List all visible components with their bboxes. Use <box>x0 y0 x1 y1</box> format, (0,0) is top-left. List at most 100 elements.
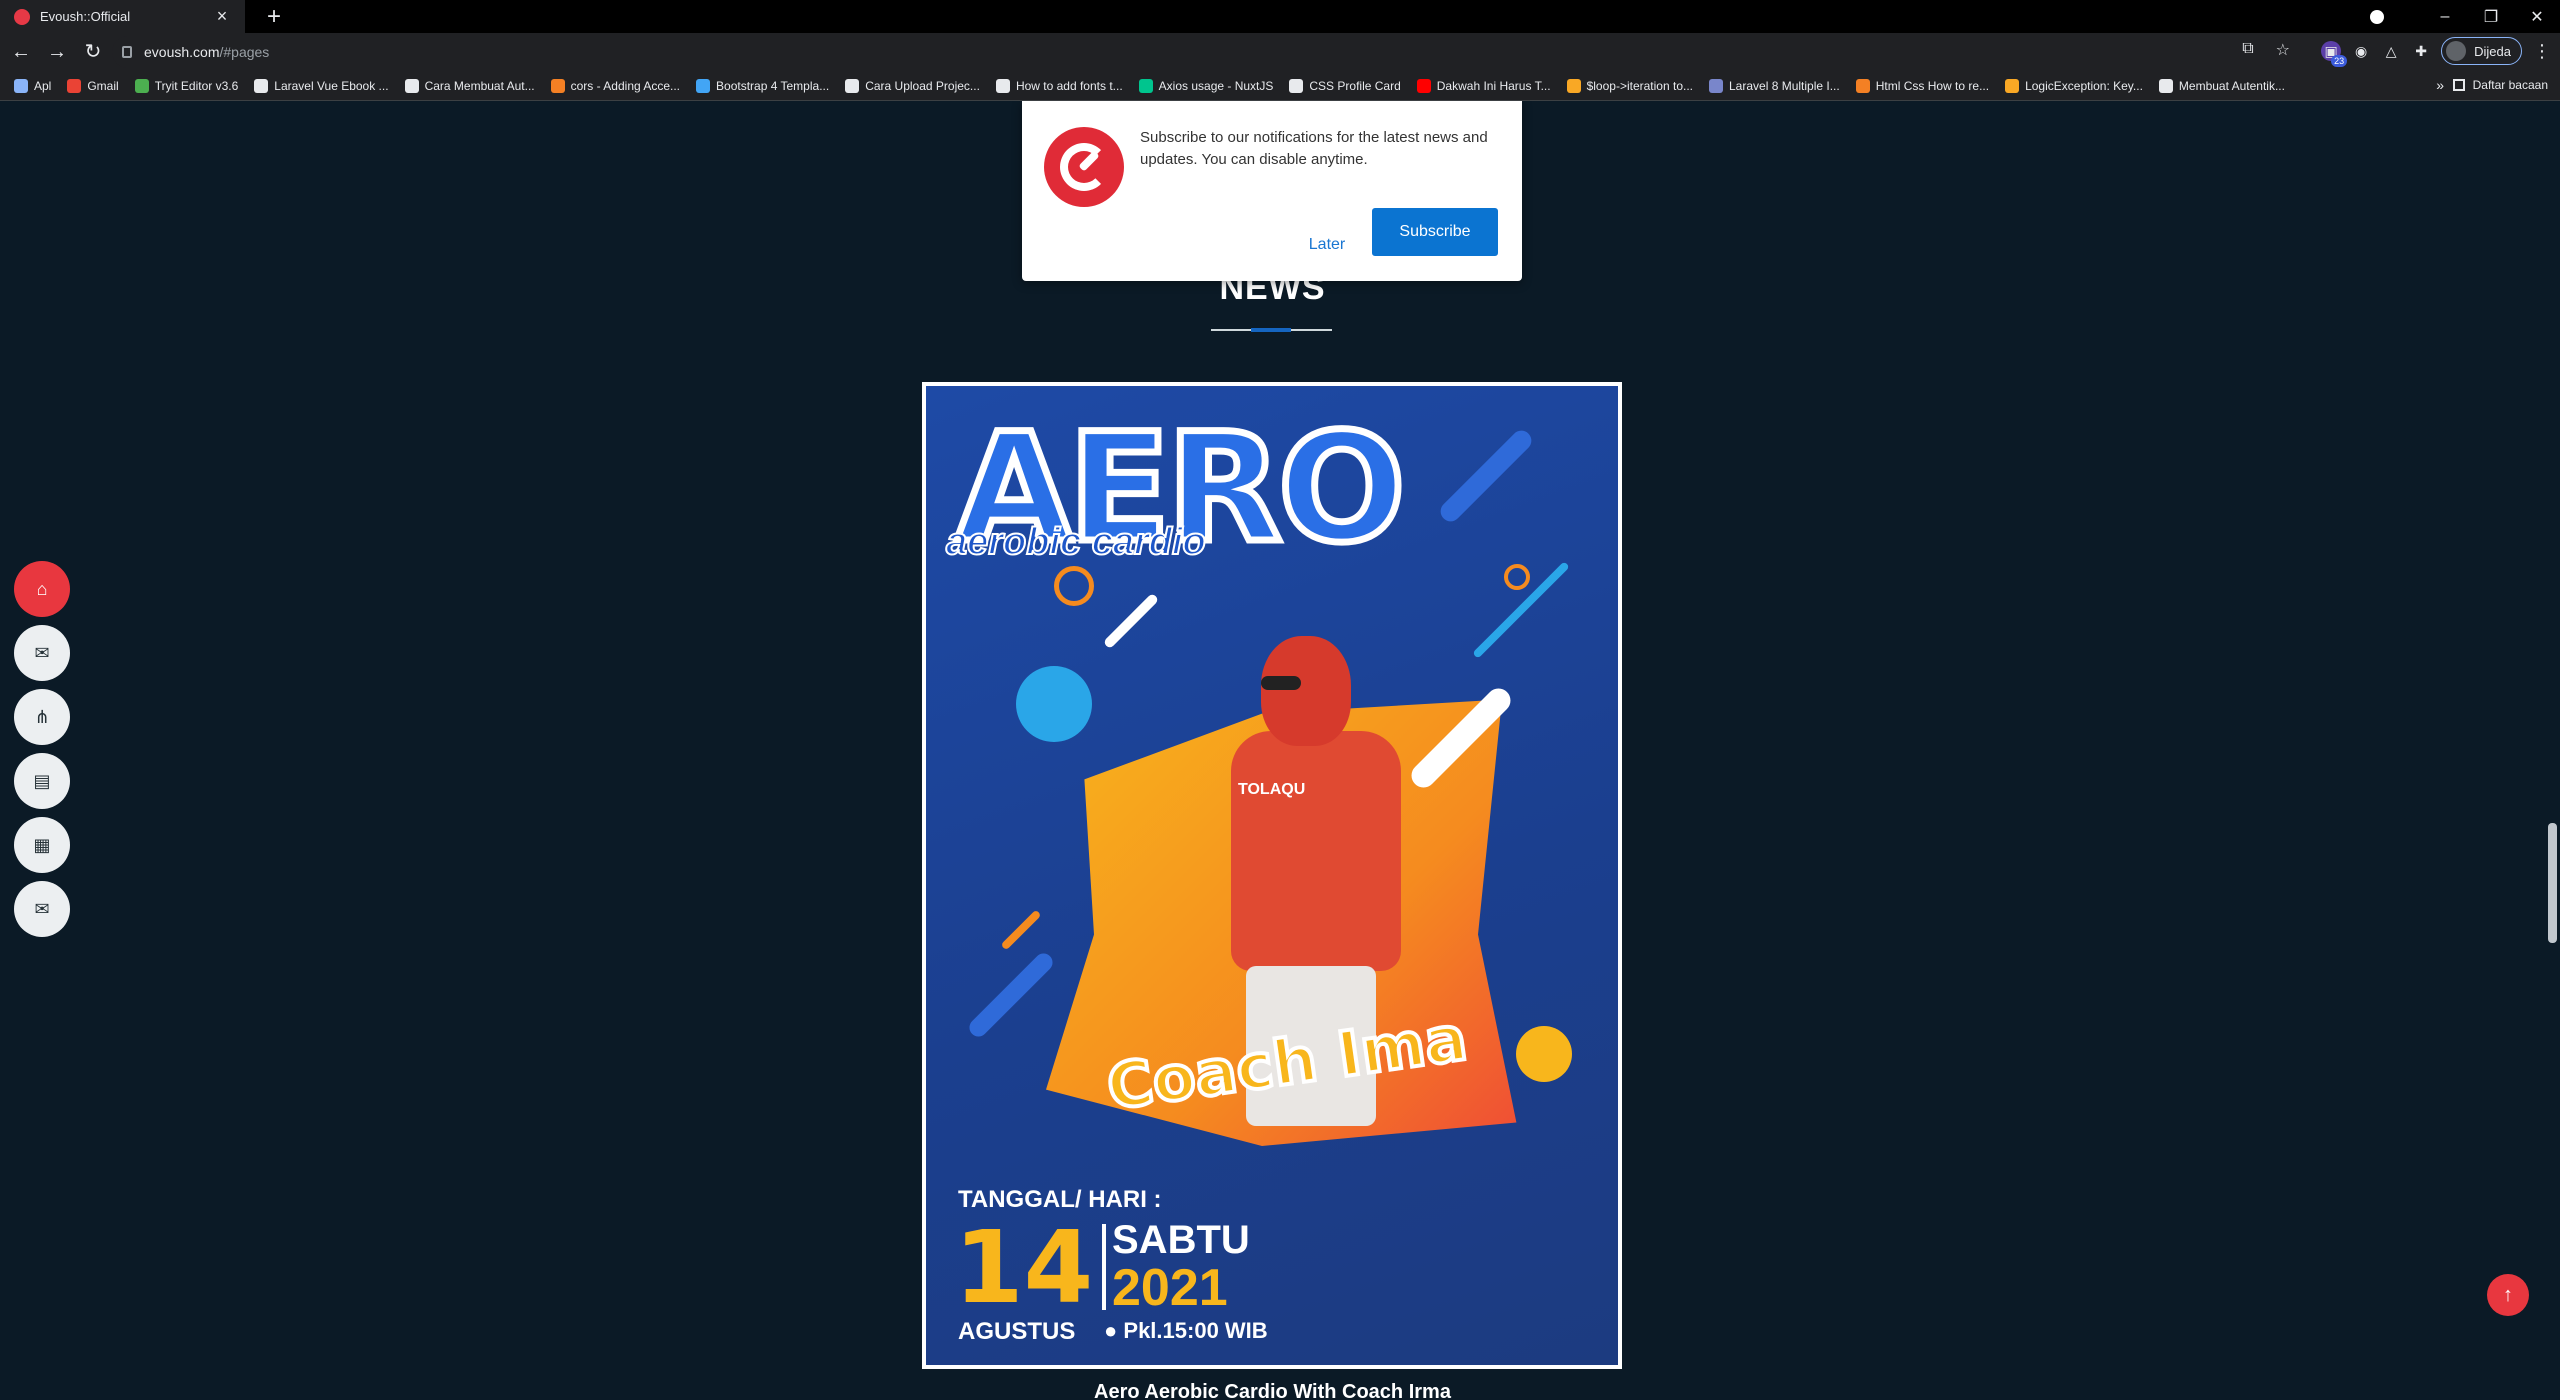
bookmark-favicon-icon <box>1566 78 1581 93</box>
poster-weekday: SABTU <box>1112 1218 1250 1262</box>
minimize-button[interactable]: – <box>2422 8 2468 26</box>
deco-bar-blue-low <box>965 949 1057 1041</box>
scrollbar-thumb[interactable] <box>2548 823 2557 943</box>
bookmark-label: Dakwah Ini Harus T... <box>1436 78 1551 93</box>
extension-badge-icon[interactable]: ▣ 23 <box>2321 41 2348 67</box>
bookmark-item[interactable]: Tryit Editor v3.6 <box>134 78 238 93</box>
coach-shirt-text: TOLAQU <box>1238 781 1306 798</box>
bookmark-favicon-icon <box>696 78 711 93</box>
floating-side-nav: ⌂ ✉ ⋔ ▤ ▦ ✉ <box>14 561 70 937</box>
bookmark-favicon-icon <box>550 78 565 93</box>
reload-button[interactable]: ↻ <box>78 37 108 67</box>
side-nav-newspaper[interactable]: ▤ <box>14 753 70 809</box>
title-underline-accent <box>1251 328 1291 332</box>
extension-count: 23 <box>2331 55 2348 67</box>
subscribe-button[interactable]: Subscribe <box>1372 208 1498 256</box>
bookmark-favicon-icon <box>404 78 419 93</box>
back-button[interactable]: ← <box>6 37 36 67</box>
extensions-puzzle-icon[interactable]: ✚ <box>2411 41 2431 61</box>
tab-title: Evoush::Official <box>40 9 131 24</box>
url-path: /#pages <box>219 44 270 60</box>
bookmark-item[interactable]: Membuat Autentik... <box>2158 78 2285 93</box>
browser-tab[interactable]: Evoush::Official × <box>0 0 245 33</box>
side-nav-envelope-open[interactable]: ✉ <box>14 625 70 681</box>
browser-toolbar: ← → ↻ evoush.com /#pages ⧉ ☆ ▣ 23 ◉ △ ✚ D… <box>0 33 2560 71</box>
reading-list-button[interactable]: Daftar bacaan <box>2452 78 2548 92</box>
bookmark-label: LogicException: Key... <box>2025 78 2143 93</box>
deco-ring <box>1054 566 1094 606</box>
bookmark-item[interactable]: CSS Profile Card <box>1289 78 1401 93</box>
bookmark-item[interactable]: Bootstrap 4 Templa... <box>696 78 829 93</box>
bookmark-label: How to add fonts t... <box>1015 78 1123 93</box>
news-caption[interactable]: Aero Aerobic Cardio With Coach Irma <box>0 1381 2545 1400</box>
evoush-logo-icon <box>1044 127 1124 207</box>
deco-bar-white <box>1102 592 1160 650</box>
later-button[interactable]: Later <box>1282 221 1372 269</box>
record-icon[interactable] <box>2370 9 2384 24</box>
scroll-to-top-button[interactable]: ↑ <box>2487 1274 2529 1316</box>
browser-menu-icon[interactable]: ⋮ <box>2532 41 2552 62</box>
bookmarks-overflow-icon[interactable]: » <box>2436 77 2444 93</box>
open-in-app-icon[interactable]: ⧉ <box>2242 40 2253 60</box>
page-content: NEWS AERO aerobic cardio TOLAQU Coach Im… <box>0 101 2545 1400</box>
bookmark-item[interactable]: Gmail <box>67 78 119 93</box>
bookmark-item[interactable]: Cara Membuat Aut... <box>404 78 535 93</box>
bookmark-favicon-icon <box>2158 78 2173 93</box>
bookmark-favicon-icon <box>134 78 149 93</box>
close-tab-icon[interactable]: × <box>213 6 231 27</box>
bookmark-item[interactable]: How to add fonts t... <box>995 78 1123 93</box>
deco-orange-dot <box>1516 1026 1572 1082</box>
profile-button[interactable]: Dijeda <box>2441 37 2522 65</box>
bookmark-item[interactable]: Laravel 8 Multiple I... <box>1709 78 1840 93</box>
bookmark-item[interactable]: LogicException: Key... <box>2005 78 2143 93</box>
coach-body <box>1231 731 1401 971</box>
side-nav-grid[interactable]: ▦ <box>14 817 70 873</box>
news-poster-image[interactable]: AERO aerobic cardio TOLAQU Coach Ima TAN… <box>922 382 1622 1369</box>
new-tab-button[interactable]: + <box>260 3 288 31</box>
bookmark-item[interactable]: $loop->iteration to... <box>1566 78 1693 93</box>
address-bar-actions: ⧉ ☆ <box>2242 40 2290 60</box>
extension-circle-icon[interactable]: ◉ <box>2351 41 2371 61</box>
bookmark-item[interactable]: Laravel Vue Ebook ... <box>254 78 389 93</box>
coach-glasses <box>1261 676 1301 690</box>
restore-button[interactable]: ❐ <box>2468 7 2514 27</box>
bookmark-item[interactable]: Html Css How to re... <box>1855 78 1989 93</box>
bookmark-item[interactable]: cors - Adding Acce... <box>550 78 680 93</box>
bookmark-star-icon[interactable]: ☆ <box>2276 40 2290 60</box>
tab-strip: Evoush::Official × + – ❐ ✕ <box>0 0 2560 33</box>
bookmark-label: Laravel Vue Ebook ... <box>274 78 389 93</box>
extension-vue-icon[interactable]: △ <box>2381 41 2401 61</box>
bookmark-item[interactable]: Apl <box>14 78 51 93</box>
coach-hijab <box>1261 636 1351 746</box>
side-nav-mail[interactable]: ✉ <box>14 881 70 937</box>
window-controls: – ❐ ✕ <box>2370 0 2560 33</box>
bookmark-favicon-icon <box>845 78 860 93</box>
arrow-up-icon: ↑ <box>2503 1283 2513 1306</box>
forward-button[interactable]: → <box>42 37 72 67</box>
address-bar[interactable]: evoush.com /#pages <box>112 36 2288 68</box>
bookmark-label: Membuat Autentik... <box>2178 78 2285 93</box>
deco-ring-small <box>1504 564 1530 590</box>
bookmark-favicon-icon <box>1289 78 1304 93</box>
poster-day: 14 <box>954 1209 1094 1326</box>
bookmark-item[interactable]: Cara Upload Projec... <box>845 78 980 93</box>
bookmark-favicon-icon <box>67 78 82 93</box>
deco-blue-circle <box>1016 666 1092 742</box>
reading-list-label: Daftar bacaan <box>2472 78 2548 92</box>
side-nav-home[interactable]: ⌂ <box>14 561 70 617</box>
profile-avatar <box>2446 41 2467 61</box>
bookmark-favicon-icon <box>14 78 28 93</box>
title-underline <box>1211 328 1332 332</box>
popup-message: Subscribe to our notifications for the l… <box>1140 129 1488 168</box>
bookmark-item[interactable]: Dakwah Ini Harus T... <box>1416 78 1551 93</box>
deco-bar-orange <box>1000 909 1042 951</box>
evoush-favicon-icon <box>14 8 30 25</box>
side-nav-network[interactable]: ⋔ <box>14 689 70 745</box>
url-host: evoush.com <box>144 44 220 60</box>
bookmark-item[interactable]: Axios usage - NuxtJS <box>1138 78 1273 93</box>
lock-icon[interactable] <box>122 46 132 58</box>
page-scrollbar[interactable] <box>2545 101 2560 1400</box>
bookmark-favicon-icon <box>1855 78 1870 93</box>
bookmark-favicon-icon <box>254 78 269 93</box>
close-window-button[interactable]: ✕ <box>2514 7 2560 27</box>
